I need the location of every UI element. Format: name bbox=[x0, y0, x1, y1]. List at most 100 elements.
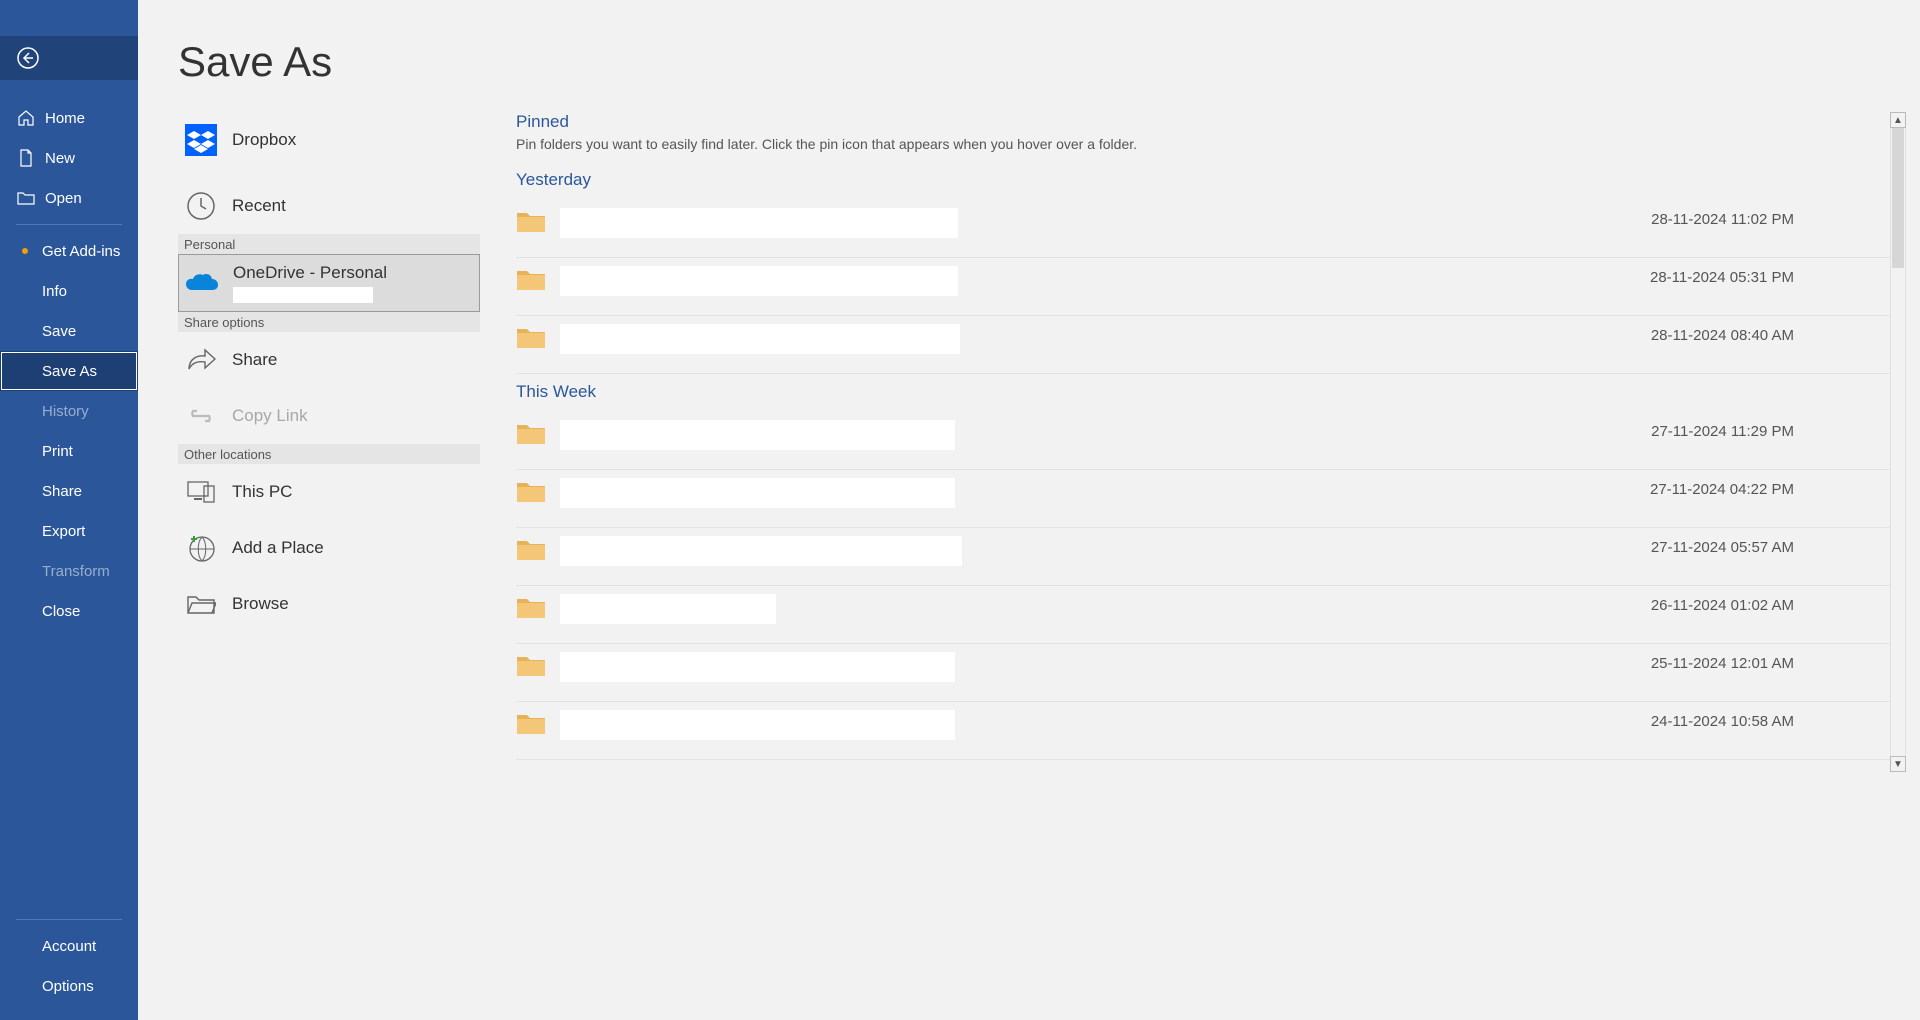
folder-section-title: This Week bbox=[516, 382, 1890, 402]
folder-name-mask bbox=[560, 266, 958, 296]
nav-save[interactable]: Save bbox=[0, 311, 138, 351]
folder-timestamp: 27-11-2024 05:57 AM bbox=[1651, 536, 1890, 556]
folder-row[interactable]: 26-11-2024 01:02 AM bbox=[516, 586, 1890, 644]
pinned-title: Pinned bbox=[516, 112, 1890, 132]
nav-info[interactable]: Info bbox=[0, 271, 138, 311]
nav-account[interactable]: Account bbox=[0, 926, 138, 966]
folder-row[interactable]: 24-11-2024 10:58 AM bbox=[516, 702, 1890, 760]
location-copy-link: Copy Link bbox=[178, 388, 480, 444]
locations-share-options-header: Share options bbox=[178, 312, 480, 332]
back-button[interactable] bbox=[0, 36, 138, 80]
folder-timestamp: 28-11-2024 05:31 PM bbox=[1650, 266, 1890, 286]
folder-icon bbox=[516, 422, 546, 446]
folder-timestamp: 28-11-2024 11:02 PM bbox=[1651, 208, 1890, 228]
folder-row[interactable]: 28-11-2024 05:31 PM bbox=[516, 258, 1890, 316]
onedrive-account-mask bbox=[233, 287, 373, 303]
nav-save-label: Save bbox=[42, 323, 76, 340]
add-place-icon bbox=[184, 531, 218, 565]
nav-new-label: New bbox=[45, 150, 75, 167]
folder-name-mask bbox=[560, 208, 958, 238]
nav-export[interactable]: Export bbox=[0, 511, 138, 551]
share-arrow-icon bbox=[184, 343, 218, 377]
nav-home[interactable]: Home bbox=[0, 98, 138, 138]
nav-transform: Transform bbox=[0, 551, 138, 591]
folder-timestamp: 24-11-2024 10:58 AM bbox=[1651, 710, 1890, 730]
folder-row[interactable]: 27-11-2024 11:29 PM bbox=[516, 412, 1890, 470]
scroll-track[interactable] bbox=[1890, 128, 1906, 756]
nav-home-label: Home bbox=[45, 110, 85, 127]
folder-icon bbox=[516, 326, 546, 350]
location-browse[interactable]: Browse bbox=[178, 576, 480, 632]
folder-open-icon bbox=[17, 189, 35, 207]
location-share-label: Share bbox=[232, 350, 277, 370]
nav-open-label: Open bbox=[45, 190, 82, 207]
folder-row[interactable]: 27-11-2024 05:57 AM bbox=[516, 528, 1890, 586]
location-onedrive-personal[interactable]: OneDrive - Personal bbox=[178, 254, 480, 312]
onedrive-icon bbox=[185, 266, 219, 300]
nav-close[interactable]: Close bbox=[0, 591, 138, 631]
folder-icon bbox=[516, 480, 546, 504]
folder-name-mask bbox=[560, 478, 955, 508]
folder-name-mask bbox=[560, 652, 955, 682]
nav-close-label: Close bbox=[42, 603, 80, 620]
folder-name-mask bbox=[560, 594, 776, 624]
location-dropbox[interactable]: Dropbox bbox=[178, 112, 480, 168]
location-dropbox-label: Dropbox bbox=[232, 130, 296, 150]
nav-print[interactable]: Print bbox=[0, 431, 138, 471]
document-icon bbox=[17, 149, 35, 167]
page-title: Save As bbox=[178, 38, 332, 86]
folder-name-mask bbox=[560, 710, 955, 740]
scroll-down-button[interactable]: ▼ bbox=[1890, 756, 1906, 772]
locations-personal-header: Personal bbox=[178, 234, 480, 254]
nav-share-label: Share bbox=[42, 483, 82, 500]
nav-account-label: Account bbox=[42, 938, 96, 955]
folder-icon bbox=[516, 712, 546, 736]
location-recent[interactable]: Recent bbox=[178, 178, 480, 234]
addins-dot-icon bbox=[22, 248, 28, 254]
folder-row[interactable]: 27-11-2024 04:22 PM bbox=[516, 470, 1890, 528]
location-copy-link-label: Copy Link bbox=[232, 406, 308, 426]
home-icon bbox=[17, 109, 35, 127]
nav-share[interactable]: Share bbox=[0, 471, 138, 511]
pinned-hint: Pin folders you want to easily find late… bbox=[516, 136, 1890, 152]
scroll-up-button[interactable]: ▲ bbox=[1890, 112, 1906, 128]
nav-transform-label: Transform bbox=[42, 563, 110, 580]
browse-folder-icon bbox=[184, 587, 218, 621]
nav-history-label: History bbox=[42, 403, 89, 420]
folder-timestamp: 25-11-2024 12:01 AM bbox=[1651, 652, 1890, 672]
folder-icon bbox=[516, 654, 546, 678]
clock-icon bbox=[184, 189, 218, 223]
folder-icon bbox=[516, 210, 546, 234]
location-share[interactable]: Share bbox=[178, 332, 480, 388]
nav-options-label: Options bbox=[42, 978, 94, 995]
locations-other-header: Other locations bbox=[178, 444, 480, 464]
nav-info-label: Info bbox=[42, 283, 67, 300]
nav-get-addins[interactable]: Get Add-ins bbox=[0, 231, 138, 271]
location-add-a-place[interactable]: Add a Place bbox=[178, 520, 480, 576]
location-add-a-place-label: Add a Place bbox=[232, 538, 324, 558]
location-this-pc[interactable]: This PC bbox=[178, 464, 480, 520]
nav-options[interactable]: Options bbox=[0, 966, 138, 1006]
link-icon bbox=[184, 399, 218, 433]
scroll-thumb[interactable] bbox=[1892, 128, 1904, 268]
folder-section-title: Yesterday bbox=[516, 170, 1890, 190]
nav-print-label: Print bbox=[42, 443, 73, 460]
folder-row[interactable]: 28-11-2024 11:02 PM bbox=[516, 200, 1890, 258]
location-browse-label: Browse bbox=[232, 594, 289, 614]
this-pc-icon bbox=[184, 475, 218, 509]
folder-name-mask bbox=[560, 536, 962, 566]
nav-save-as[interactable]: Save As bbox=[0, 351, 138, 391]
folder-row[interactable]: 25-11-2024 12:01 AM bbox=[516, 644, 1890, 702]
nav-new[interactable]: New bbox=[0, 138, 138, 178]
nav-open[interactable]: Open bbox=[0, 178, 138, 218]
folder-row[interactable]: 28-11-2024 08:40 AM bbox=[516, 316, 1890, 374]
folder-timestamp: 26-11-2024 01:02 AM bbox=[1651, 594, 1890, 614]
folder-timestamp: 27-11-2024 04:22 PM bbox=[1650, 478, 1890, 498]
folder-icon bbox=[516, 596, 546, 620]
location-onedrive-label: OneDrive - Personal bbox=[233, 263, 387, 283]
folder-name-mask bbox=[560, 420, 955, 450]
nav-export-label: Export bbox=[42, 523, 85, 540]
nav-get-addins-label: Get Add-ins bbox=[42, 243, 120, 260]
location-recent-label: Recent bbox=[232, 196, 286, 216]
dropbox-icon bbox=[184, 123, 218, 157]
